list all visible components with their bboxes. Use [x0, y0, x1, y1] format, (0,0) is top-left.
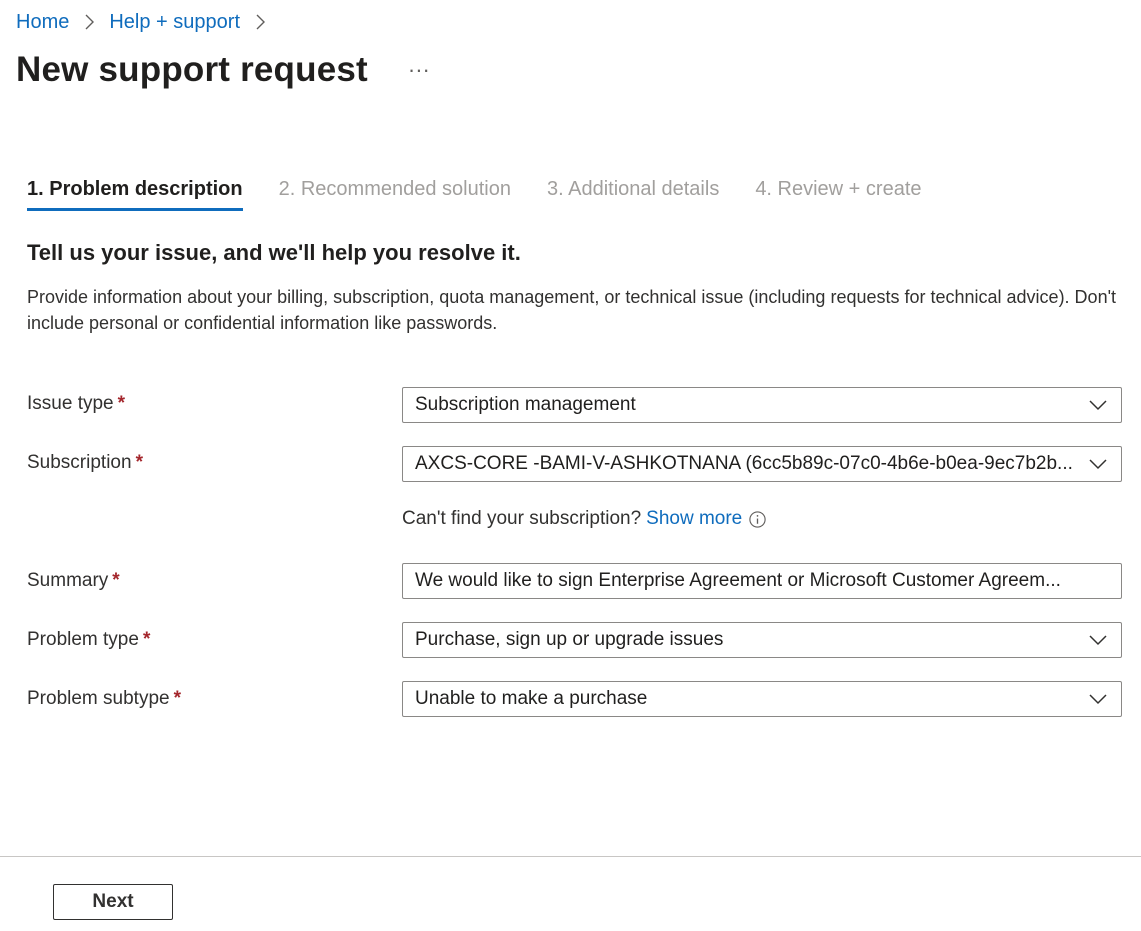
breadcrumb: Home Help + support	[16, 10, 280, 34]
summary-label-text: Summary	[27, 570, 109, 591]
required-marker: *	[117, 393, 126, 414]
section-description: Provide information about your billing, …	[27, 287, 1117, 333]
chevron-down-icon	[1089, 459, 1107, 470]
page-title: New support request	[16, 50, 368, 89]
tab-problem-description[interactable]: 1. Problem description	[27, 178, 243, 211]
issue-type-label: Issue type *	[27, 393, 125, 415]
subscription-hint: Can't find your subscription? Show more	[402, 508, 767, 530]
problem-subtype-value: Unable to make a purchase	[415, 688, 648, 709]
chevron-down-icon	[1089, 635, 1107, 646]
required-marker: *	[112, 570, 120, 591]
show-more-link[interactable]: Show more	[646, 508, 742, 530]
section-heading: Tell us your issue, and we'll help you r…	[27, 240, 521, 265]
footer-divider	[0, 856, 1141, 857]
tab-review-create[interactable]: 4. Review + create	[755, 178, 921, 211]
required-marker: *	[173, 688, 181, 709]
more-options-button[interactable]: ···	[404, 59, 434, 81]
chevron-down-icon	[1089, 694, 1107, 705]
problem-type-label-text: Problem type	[27, 629, 139, 650]
subscription-label: Subscription *	[27, 452, 143, 474]
summary-value: We would like to sign Enterprise Agreeme…	[415, 570, 1061, 591]
title-row: New support request ···	[16, 50, 434, 90]
issue-type-label-text: Issue type	[27, 393, 114, 414]
tab-recommended-solution[interactable]: 2. Recommended solution	[279, 178, 511, 211]
summary-input[interactable]: We would like to sign Enterprise Agreeme…	[402, 563, 1122, 599]
chevron-down-icon	[1089, 400, 1107, 411]
next-button[interactable]: Next	[53, 884, 173, 920]
problem-type-dropdown[interactable]: Purchase, sign up or upgrade issues	[402, 622, 1122, 658]
chevron-right-icon	[256, 14, 265, 30]
info-icon[interactable]	[748, 510, 767, 529]
chevron-right-icon	[85, 14, 95, 30]
breadcrumb-home-link[interactable]: Home	[16, 11, 69, 34]
problem-subtype-label: Problem subtype *	[27, 688, 181, 710]
tab-additional-details[interactable]: 3. Additional details	[547, 178, 719, 211]
wizard-tabs: 1. Problem description 2. Recommended so…	[27, 178, 958, 211]
subscription-value: AXCS-CORE -BAMI-V-ASHKOTNANA (6cc5b89c-0…	[415, 453, 1073, 474]
subscription-dropdown[interactable]: AXCS-CORE -BAMI-V-ASHKOTNANA (6cc5b89c-0…	[402, 446, 1122, 482]
required-marker: *	[142, 629, 151, 650]
problem-type-label: Problem type *	[27, 629, 150, 651]
issue-type-dropdown[interactable]: Subscription management	[402, 387, 1122, 423]
problem-type-value: Purchase, sign up or upgrade issues	[415, 629, 724, 650]
subscription-hint-text: Can't find your subscription?	[402, 508, 642, 529]
subscription-label-text: Subscription	[27, 452, 132, 473]
breadcrumb-help-support-link[interactable]: Help + support	[109, 11, 240, 34]
required-marker: *	[135, 452, 143, 473]
problem-subtype-dropdown[interactable]: Unable to make a purchase	[402, 681, 1122, 717]
problem-subtype-label-text: Problem subtype	[27, 688, 170, 709]
issue-type-value: Subscription management	[415, 394, 636, 415]
summary-label: Summary *	[27, 570, 120, 592]
